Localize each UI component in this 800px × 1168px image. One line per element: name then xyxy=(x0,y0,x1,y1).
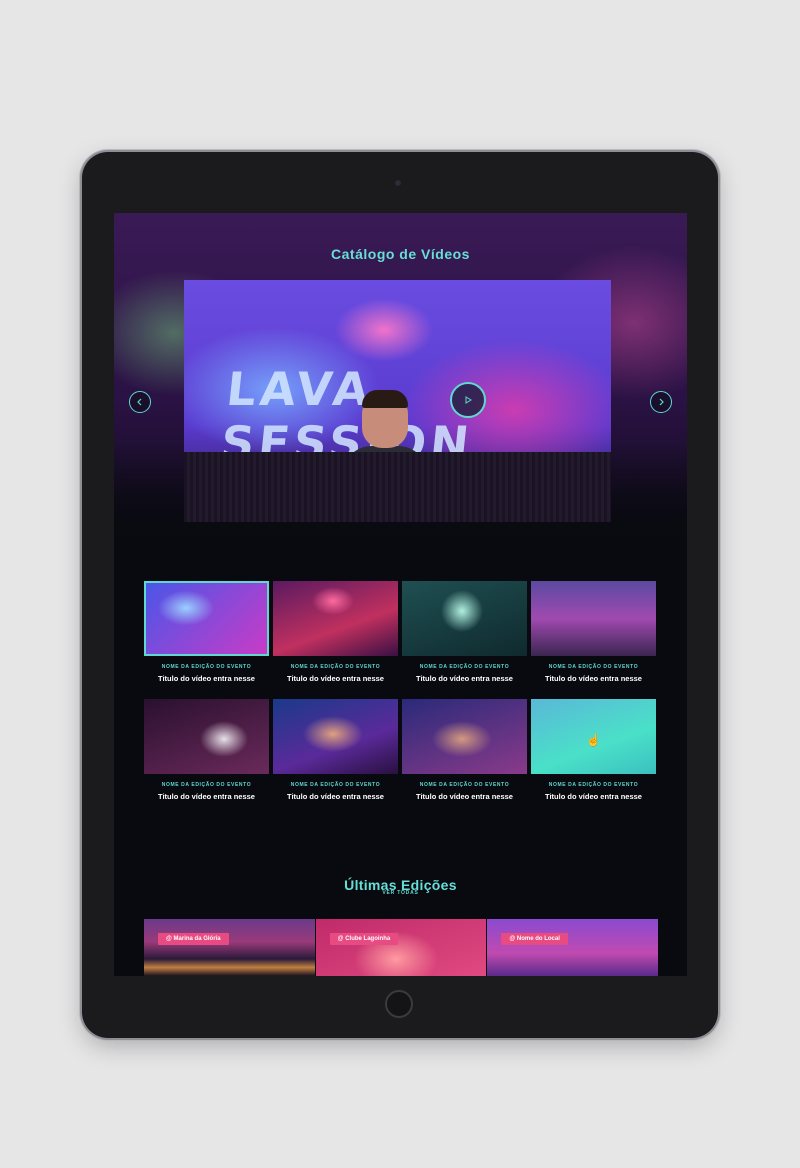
location-tag[interactable]: @ Clube Lagoinha xyxy=(329,933,399,945)
video-event-name: Nome da edição do evento xyxy=(290,782,381,788)
edition-card[interactable]: @ Clube Lagoinha xyxy=(315,919,487,976)
dj-booth xyxy=(184,452,611,522)
video-event-name: Nome da edição do evento xyxy=(290,664,381,670)
video-title[interactable]: Titulo do vídeo entra nesse xyxy=(531,674,656,683)
video-card[interactable]: Nome da edição do evento Titulo do vídeo… xyxy=(273,581,398,689)
video-card[interactable]: Nome da edição do evento Titulo do vídeo… xyxy=(402,581,527,689)
play-icon xyxy=(465,396,472,404)
video-thumbnail[interactable] xyxy=(273,699,398,774)
chevron-left-icon xyxy=(137,398,142,406)
video-thumbnail[interactable] xyxy=(402,699,527,774)
video-title[interactable]: Titulo do vídeo entra nesse xyxy=(144,674,269,683)
next-button[interactable] xyxy=(650,391,672,413)
hand-cursor-icon: ☝ xyxy=(586,733,601,747)
video-card[interactable]: Nome da edição do evento Titulo do vídeo… xyxy=(402,699,527,807)
editions-list: @ Marina da Glória @ Clube Lagoinha @ No… xyxy=(144,919,658,976)
video-event-name: Nome da edição do evento xyxy=(161,782,252,788)
screen: Catálogo de Vídeos LAVA SESSION NOME DA … xyxy=(114,213,687,976)
video-title[interactable]: Titulo do vídeo entra nesse xyxy=(273,792,398,801)
video-thumbnail[interactable] xyxy=(144,581,269,656)
video-card[interactable]: Nome da edição do evento Titulo do vídeo… xyxy=(144,581,269,689)
chevron-right-icon xyxy=(659,398,664,406)
location-tag[interactable]: @ Nome do Local xyxy=(501,933,568,945)
video-event-name: Nome da edição do evento xyxy=(419,664,510,670)
location-tag[interactable]: @ Marina da Glória xyxy=(158,933,229,945)
dj-hair xyxy=(362,390,408,408)
edition-card[interactable]: @ Marina da Glória xyxy=(144,919,315,976)
video-title[interactable]: Titulo do vídeo entra nesse xyxy=(402,792,527,801)
prev-button[interactable] xyxy=(129,391,151,413)
video-title[interactable]: Titulo do vídeo entra nesse xyxy=(402,674,527,683)
home-button[interactable] xyxy=(385,990,413,1018)
video-event-name: Nome da edição do evento xyxy=(548,782,639,788)
edition-card[interactable]: @ Nome do Local xyxy=(487,919,658,976)
video-thumbnail[interactable] xyxy=(531,581,656,656)
video-thumbnail[interactable]: ☝ xyxy=(531,699,656,774)
video-thumbnail[interactable] xyxy=(402,581,527,656)
video-event-name: Nome da edição do evento xyxy=(419,782,510,788)
play-button[interactable] xyxy=(450,382,486,418)
video-title[interactable]: Titulo do vídeo entra nesse xyxy=(531,792,656,801)
video-thumbnail[interactable] xyxy=(144,699,269,774)
camera xyxy=(394,179,402,187)
hero-section: Catálogo de Vídeos LAVA SESSION xyxy=(114,213,687,553)
video-grid: Nome da edição do evento Titulo do vídeo… xyxy=(144,581,658,807)
video-card[interactable]: Nome da edição do evento Titulo do vídeo… xyxy=(144,699,269,807)
video-event-name: Nome da edição do evento xyxy=(161,664,252,670)
video-thumbnail[interactable] xyxy=(273,581,398,656)
video-card[interactable]: Nome da edição do evento Titulo do vídeo… xyxy=(273,699,398,807)
page-title: Catálogo de Vídeos xyxy=(331,246,470,263)
video-card[interactable]: Nome da edição do evento Titulo do vídeo… xyxy=(531,581,656,689)
tablet-frame: Catálogo de Vídeos LAVA SESSION NOME DA … xyxy=(82,152,718,1038)
video-card[interactable]: ☝ Nome da edição do evento Titulo do víd… xyxy=(531,699,656,807)
video-event-name: Nome da edição do evento xyxy=(548,664,639,670)
video-title[interactable]: Titulo do vídeo entra nesse xyxy=(273,674,398,683)
featured-video[interactable]: LAVA SESSION xyxy=(184,280,611,522)
view-all-link[interactable]: VER TODAS xyxy=(114,890,687,896)
video-title[interactable]: Titulo do vídeo entra nesse xyxy=(144,792,269,801)
